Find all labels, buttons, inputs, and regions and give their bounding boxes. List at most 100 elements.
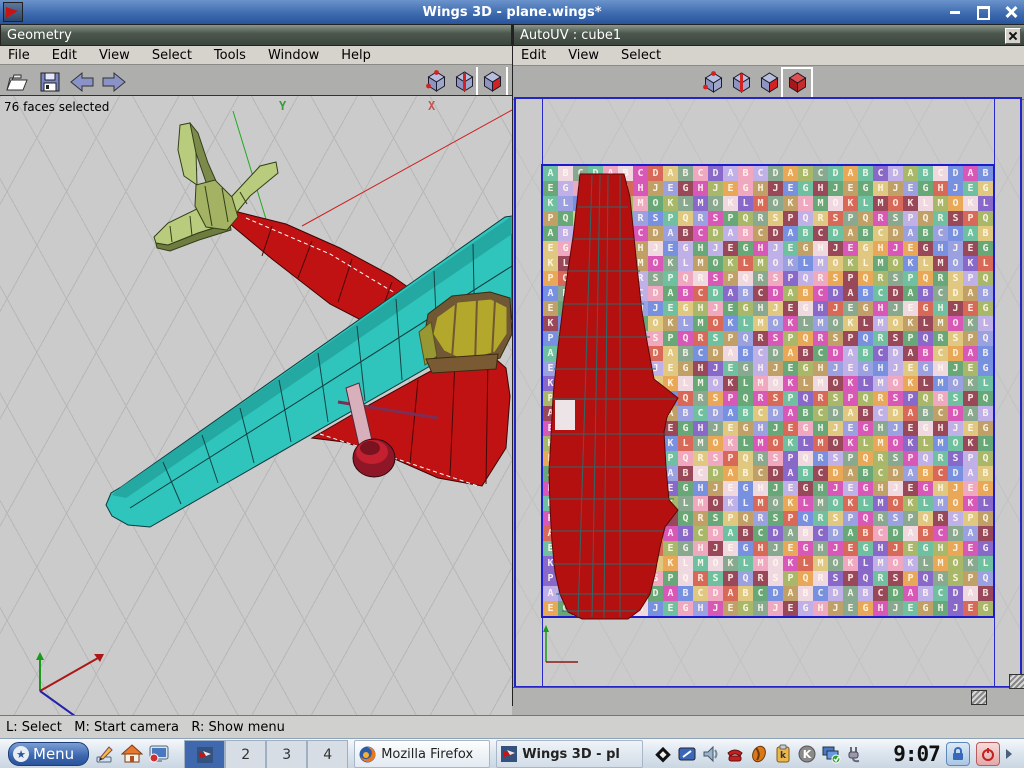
texture-tile: E (903, 421, 918, 436)
texture-tile: C (693, 226, 708, 241)
texture-tile: Q (738, 391, 753, 406)
open-icon[interactable] (4, 68, 32, 96)
texture-tile: H (753, 361, 768, 376)
texture-tile: A (843, 226, 858, 241)
geometry-menu-help[interactable]: Help (333, 48, 385, 63)
texture-tile: G (798, 241, 813, 256)
texture-tile: H (573, 301, 588, 316)
autouv-viewport[interactable]: ABCDABCDABCDABCDABCDABCDABCDABEGHJEGHJEG… (514, 97, 1022, 688)
home-icon[interactable] (121, 743, 143, 765)
geometry-menu-tools[interactable]: Tools (206, 48, 260, 63)
geometry-menu-edit[interactable]: Edit (44, 48, 91, 63)
texture-tile: A (963, 166, 978, 181)
autouv-toolbar (513, 66, 1024, 100)
texture-tile: B (558, 406, 573, 421)
texture-tile: P (663, 571, 678, 586)
texture-tile: P (963, 511, 978, 526)
bean-tray-icon[interactable] (749, 744, 769, 764)
geometry-menu-window[interactable]: Window (260, 48, 333, 63)
texture-tile: P (543, 451, 558, 466)
autouv-vertex-mode-icon[interactable] (699, 69, 727, 97)
pager-desktop-2[interactable]: 2 (225, 740, 266, 768)
texture-tile: S (828, 571, 843, 586)
geometry-face-mode-icon[interactable] (478, 67, 506, 95)
pager-desktop-4[interactable]: 4 (307, 740, 348, 768)
phone-tray-icon[interactable] (725, 744, 745, 764)
texture-tile: B (918, 346, 933, 361)
back-icon[interactable] (68, 68, 96, 96)
klipper-tray-icon[interactable]: k (773, 744, 793, 764)
display-tray-icon[interactable] (677, 744, 697, 764)
texture-tile: B (798, 526, 813, 541)
task-button-wings[interactable]: Wings 3D - pl (496, 740, 643, 768)
autouv-edge-mode-icon[interactable] (727, 69, 755, 97)
texture-tile: L (558, 376, 573, 391)
texture-tile: S (888, 451, 903, 466)
texture-tile: M (693, 376, 708, 391)
texture-tile: E (603, 301, 618, 316)
panel-expand-icon[interactable] (1006, 749, 1012, 759)
window-titlebar[interactable]: Wings 3D - plane.wings* (0, 0, 1024, 25)
autouv-menu-select[interactable]: Select (613, 48, 675, 63)
maximize-button[interactable] (976, 5, 990, 19)
texture-tile: C (633, 286, 648, 301)
kcircle-tray-icon[interactable]: K (797, 744, 817, 764)
texture-tile: O (708, 316, 723, 331)
texture-tile: K (963, 196, 978, 211)
texture-tile: P (783, 571, 798, 586)
display-icon[interactable] (148, 743, 170, 765)
texture-tile: E (783, 181, 798, 196)
svg-text:X: X (428, 99, 436, 113)
geometry-edge-mode-icon[interactable] (450, 67, 478, 95)
geometry-menu-select[interactable]: Select (144, 48, 206, 63)
geometry-viewport[interactable]: YX 76 faces selected (0, 95, 512, 716)
pager-desktop-1[interactable] (184, 740, 225, 768)
lock-button[interactable] (946, 742, 970, 766)
window-resize-grip[interactable] (1009, 674, 1024, 689)
texture-tile: J (828, 421, 843, 436)
diamond-tray-icon[interactable] (653, 744, 673, 764)
geometry-menu-view[interactable]: View (91, 48, 144, 63)
texture-tile: P (543, 331, 558, 346)
autouv-menu-view[interactable]: View (560, 48, 613, 63)
texture-tile: E (843, 241, 858, 256)
geometry-titlebar[interactable]: Geometry (0, 24, 512, 46)
texture-tile: Q (858, 271, 873, 286)
autouv-menu-edit[interactable]: Edit (513, 48, 560, 63)
kde-menu-button[interactable]: ★ Menu (8, 742, 89, 766)
texture-tile: O (588, 256, 603, 271)
pencil-icon[interactable] (94, 743, 116, 765)
texture-tile: P (843, 271, 858, 286)
screens-tray-icon[interactable] (821, 744, 841, 764)
texture-tile: C (933, 586, 948, 601)
texture-tile: E (723, 361, 738, 376)
save-icon[interactable] (36, 68, 64, 96)
texture-tile: M (813, 376, 828, 391)
autouv-close-icon[interactable] (1005, 28, 1021, 44)
volume-tray-icon[interactable] (701, 744, 721, 764)
shutdown-button[interactable] (976, 742, 1000, 766)
autouv-resize-grip[interactable] (971, 690, 987, 705)
close-button[interactable] (1004, 5, 1018, 19)
texture-tile: P (663, 331, 678, 346)
geometry-menu-file[interactable]: File (0, 48, 44, 63)
texture-tile: E (723, 541, 738, 556)
texture-tile: S (588, 271, 603, 286)
autouv-face-mode-icon[interactable] (755, 69, 783, 97)
minimize-button[interactable] (948, 5, 962, 19)
texture-tile: M (813, 316, 828, 331)
pager-desktop-3[interactable]: 3 (266, 740, 307, 768)
geometry-vertex-mode-icon[interactable] (422, 67, 450, 95)
task-button-firefox[interactable]: Mozilla Firefox (354, 740, 490, 768)
texture-tile: P (963, 391, 978, 406)
autouv-body-mode-icon[interactable] (783, 69, 811, 97)
texture-tile: S (828, 331, 843, 346)
autouv-titlebar[interactable]: AutoUV : cube1 (513, 24, 1024, 46)
texture-tile: O (828, 196, 843, 211)
forward-icon[interactable] (100, 68, 128, 96)
texture-tile: E (903, 361, 918, 376)
plug-tray-icon[interactable] (845, 744, 865, 764)
texture-tile: R (693, 211, 708, 226)
texture-tile: O (888, 376, 903, 391)
texture-tile: D (588, 286, 603, 301)
